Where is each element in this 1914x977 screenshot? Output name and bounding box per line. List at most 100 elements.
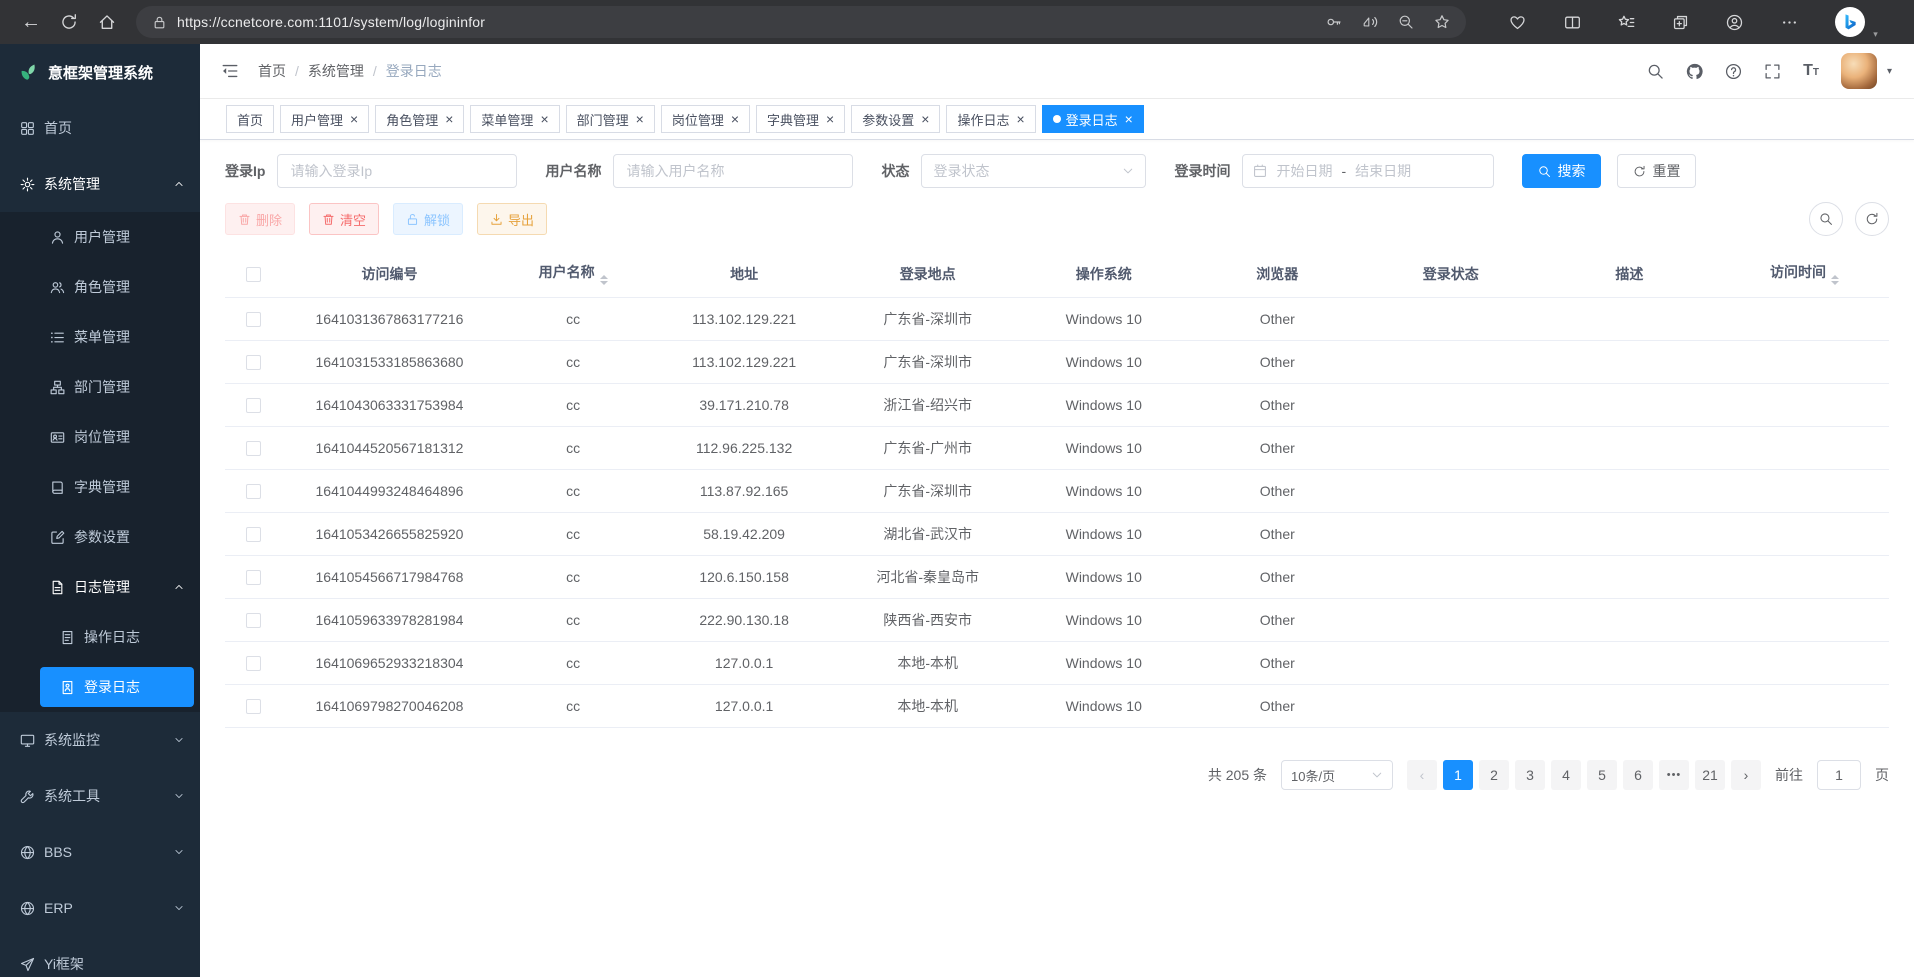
column-header[interactable]: 用户名称 xyxy=(498,250,649,298)
close-icon[interactable]: × xyxy=(350,112,358,126)
collections-icon[interactable] xyxy=(1672,14,1689,31)
sidebar-item-role[interactable]: 角色管理 xyxy=(0,262,200,312)
row-checkbox[interactable] xyxy=(246,699,261,714)
sidebar-item-system[interactable]: 系统管理 xyxy=(0,156,200,212)
page-button-6[interactable]: 6 xyxy=(1623,760,1653,790)
github-icon[interactable] xyxy=(1686,63,1703,80)
page-button-4[interactable]: 4 xyxy=(1551,760,1581,790)
login-ip-input[interactable] xyxy=(277,154,517,188)
close-icon[interactable]: × xyxy=(731,112,739,126)
app-logo[interactable]: 意框架管理系统 xyxy=(0,44,200,100)
close-icon[interactable]: × xyxy=(445,112,453,126)
tab-home[interactable]: 首页 xyxy=(226,105,274,133)
table-row[interactable]: 1641059633978281984cc222.90.130.18陕西省-西安… xyxy=(225,599,1889,642)
tab-user[interactable]: 用户管理× xyxy=(280,105,369,133)
page-button-2[interactable]: 2 xyxy=(1479,760,1509,790)
tab-menu[interactable]: 菜单管理× xyxy=(470,105,559,133)
search-button[interactable]: 搜索 xyxy=(1522,154,1601,188)
close-icon[interactable]: × xyxy=(1125,112,1133,126)
row-checkbox[interactable] xyxy=(246,527,261,542)
row-checkbox[interactable] xyxy=(246,570,261,585)
fullscreen-icon[interactable] xyxy=(1764,63,1781,80)
browser-back-button[interactable]: ← xyxy=(12,4,50,40)
font-size-icon[interactable]: TT xyxy=(1803,62,1819,80)
tab-post[interactable]: 岗位管理× xyxy=(661,105,750,133)
sidebar-item-operlog[interactable]: 操作日志 xyxy=(0,612,200,662)
address-bar[interactable]: https://ccnetcore.com:1101/system/log/lo… xyxy=(136,6,1466,38)
tab-logininfor[interactable]: 登录日志× xyxy=(1042,105,1144,133)
delete-button[interactable]: 删除 xyxy=(225,203,295,235)
sidebar-item-yi[interactable]: Yi框架 xyxy=(0,936,200,977)
table-row[interactable]: 1641069652933218304cc127.0.0.1本地-本机Windo… xyxy=(225,642,1889,685)
read-aloud-icon[interactable] xyxy=(1362,14,1378,30)
toolbar-caret-icon[interactable]: ▾ xyxy=(1873,29,1878,40)
tab-param[interactable]: 参数设置× xyxy=(851,105,940,133)
date-range-picker[interactable]: 开始日期 - 结束日期 xyxy=(1242,154,1494,188)
header-search-icon[interactable] xyxy=(1647,63,1664,80)
row-checkbox[interactable] xyxy=(246,398,261,413)
row-checkbox[interactable] xyxy=(246,312,261,327)
tab-dept[interactable]: 部门管理× xyxy=(566,105,655,133)
sidebar-item-erp[interactable]: ERP xyxy=(0,880,200,936)
column-header[interactable]: 访问时间 xyxy=(1720,250,1889,298)
user-avatar[interactable] xyxy=(1841,53,1877,89)
clear-button[interactable]: 清空 xyxy=(309,203,379,235)
refresh-table-button[interactable] xyxy=(1855,202,1889,236)
table-row[interactable]: 1641044520567181312cc112.96.225.132广东省-广… xyxy=(225,427,1889,470)
sidebar-item-menu[interactable]: 菜单管理 xyxy=(0,312,200,362)
table-row[interactable]: 1641044993248464896cc113.87.92.165广东省-深圳… xyxy=(225,470,1889,513)
sidebar-item-dept[interactable]: 部门管理 xyxy=(0,362,200,412)
export-button[interactable]: 导出 xyxy=(477,203,547,235)
bing-icon[interactable]: ▾ xyxy=(1835,7,1865,37)
sidebar-item-logininfor[interactable]: 登录日志 xyxy=(0,662,200,712)
browser-profile-icon[interactable] xyxy=(1726,14,1743,31)
sidebar-item-home[interactable]: 首页 xyxy=(0,100,200,156)
select-all-checkbox[interactable] xyxy=(246,267,261,282)
table-row[interactable]: 1641069798270046208cc127.0.0.1本地-本机Windo… xyxy=(225,685,1889,728)
prev-page-button[interactable]: ‹ xyxy=(1407,760,1437,790)
page-button-1[interactable]: 1 xyxy=(1443,760,1473,790)
sort-carets-icon[interactable] xyxy=(600,275,608,285)
sidebar-item-bbs[interactable]: BBS xyxy=(0,824,200,880)
favorites-icon[interactable] xyxy=(1618,14,1635,31)
page-button-21[interactable]: 21 xyxy=(1695,760,1725,790)
reset-button[interactable]: 重置 xyxy=(1617,154,1696,188)
close-icon[interactable]: × xyxy=(1016,112,1024,126)
close-icon[interactable]: × xyxy=(826,112,834,126)
sidebar-item-monitor[interactable]: 系统监控 xyxy=(0,712,200,768)
unlock-button[interactable]: 解锁 xyxy=(393,203,463,235)
status-select[interactable]: 登录状态 xyxy=(921,154,1146,188)
browser-home-button[interactable] xyxy=(88,4,126,40)
url-text[interactable]: https://ccnetcore.com:1101/system/log/lo… xyxy=(177,14,1316,30)
password-key-icon[interactable] xyxy=(1326,14,1342,30)
tab-operlog[interactable]: 操作日志× xyxy=(946,105,1035,133)
tab-dict[interactable]: 字典管理× xyxy=(756,105,845,133)
add-favorite-icon[interactable] xyxy=(1434,14,1450,30)
zoom-icon[interactable] xyxy=(1398,14,1414,30)
close-icon[interactable]: × xyxy=(540,112,548,126)
next-page-button[interactable]: › xyxy=(1731,760,1761,790)
table-row[interactable]: 1641053426655825920cc58.19.42.209湖北省-武汉市… xyxy=(225,513,1889,556)
page-jump-input[interactable] xyxy=(1817,760,1861,790)
row-checkbox[interactable] xyxy=(246,355,261,370)
browser-refresh-button[interactable] xyxy=(50,4,88,40)
sidebar-item-param[interactable]: 参数设置 xyxy=(0,512,200,562)
tab-role[interactable]: 角色管理× xyxy=(375,105,464,133)
browser-menu-icon[interactable] xyxy=(1781,14,1798,31)
sidebar-item-user[interactable]: 用户管理 xyxy=(0,212,200,262)
page-button-3[interactable]: 3 xyxy=(1515,760,1545,790)
table-row[interactable]: 1641031533185863680cc113.102.129.221广东省-… xyxy=(225,341,1889,384)
close-icon[interactable]: × xyxy=(636,112,644,126)
more-pages-button[interactable]: ••• xyxy=(1659,760,1689,790)
sidebar-toggle-button[interactable] xyxy=(216,57,244,85)
breadcrumb-home[interactable]: 首页 xyxy=(258,61,286,81)
row-checkbox[interactable] xyxy=(246,656,261,671)
row-checkbox[interactable] xyxy=(246,484,261,499)
user-name-input[interactable] xyxy=(613,154,853,188)
table-row[interactable]: 1641043063331753984cc39.171.210.78浙江省-绍兴… xyxy=(225,384,1889,427)
toggle-search-button[interactable] xyxy=(1809,202,1843,236)
browser-essentials-icon[interactable] xyxy=(1509,14,1526,31)
sidebar-item-post[interactable]: 岗位管理 xyxy=(0,412,200,462)
sort-carets-icon[interactable] xyxy=(1831,275,1839,285)
row-checkbox[interactable] xyxy=(246,613,261,628)
